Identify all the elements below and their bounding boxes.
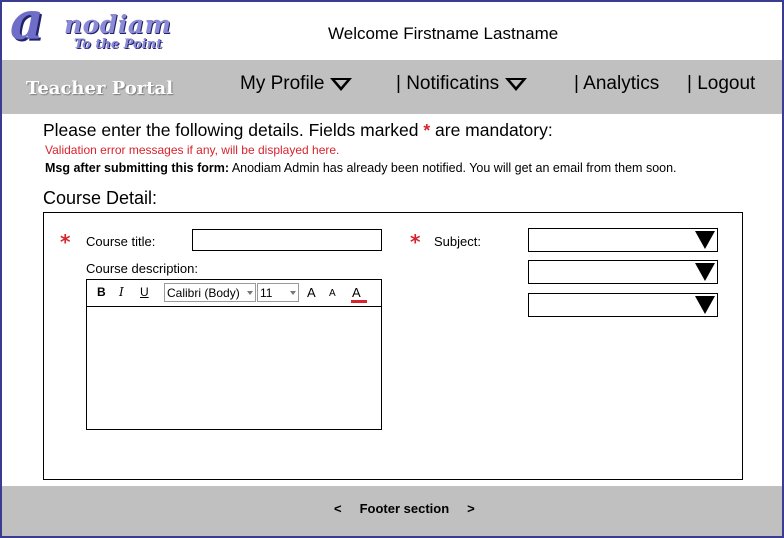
underline-button[interactable]: U <box>140 285 149 299</box>
required-star-icon: * <box>60 230 71 254</box>
page-frame: a nodiam To the Point Welcome Firstname … <box>0 0 784 538</box>
nav-bar: Teacher Portal My Profile | Notificatins… <box>2 60 782 114</box>
course-description-label: Course description: <box>86 261 198 276</box>
required-star-icon: * <box>410 230 421 254</box>
font-color-button[interactable]: A <box>352 285 361 300</box>
subject-label: Subject: <box>434 234 481 249</box>
course-detail-panel: * Course title: Course description: B I … <box>43 212 743 480</box>
course-title-label: Course title: <box>86 234 156 249</box>
chevron-down-icon <box>247 291 253 295</box>
chevron-down-icon <box>330 77 353 91</box>
italic-button[interactable]: I <box>119 285 124 299</box>
subject-select-1[interactable] <box>528 228 718 252</box>
footer-next-button[interactable]: > <box>467 501 475 516</box>
nav-item-label: | Logout <box>687 73 756 94</box>
chevron-down-icon <box>290 291 296 295</box>
nav-notifications[interactable]: | Notificatins <box>396 73 528 95</box>
subject-select-2[interactable] <box>528 260 718 284</box>
nav-analytics[interactable]: | Analytics <box>574 73 659 95</box>
grow-font-button[interactable]: A <box>307 285 316 300</box>
anodiam-logo[interactable]: a nodiam To the Point <box>8 2 198 58</box>
course-detail-title: Course Detail: <box>43 188 158 208</box>
footer: < Footer section > <box>2 486 782 536</box>
shrink-font-button[interactable]: A <box>329 288 336 299</box>
font-size-select[interactable]: 11 <box>257 283 299 302</box>
nav-item-label: My Profile <box>240 73 325 94</box>
validation-message: Validation error messages if any, will b… <box>45 143 340 157</box>
font-family-select[interactable]: Calibri (Body) <box>164 283 256 302</box>
welcome-message: Welcome Firstname Lastname <box>328 24 559 43</box>
nav-item-label: | Notificatins <box>396 73 500 94</box>
dropdown-arrow-icon <box>695 296 715 314</box>
footer-prev-button[interactable]: < <box>334 501 342 516</box>
editor-toolbar: B I U Calibri (Body) 11 A A A <box>87 280 381 307</box>
font-color-swatch <box>351 300 367 303</box>
dropdown-arrow-icon <box>695 263 715 281</box>
logo-tagline: To the Point <box>74 37 163 52</box>
nav-logout[interactable]: | Logout <box>687 73 755 95</box>
instructions-text-end: are mandatory: <box>430 120 553 140</box>
nav-item-label: | Analytics <box>574 73 660 94</box>
dropdown-arrow-icon <box>695 231 715 249</box>
instructions-text: Please enter the following details. Fiel… <box>43 120 424 140</box>
subject-select-3[interactable] <box>528 293 718 317</box>
submit-message-label: Msg after submitting this form: <box>45 161 230 175</box>
course-description-editor: B I U Calibri (Body) 11 A A A <box>86 279 383 430</box>
logo-letter: a <box>10 0 44 52</box>
bold-button[interactable]: B <box>97 285 106 299</box>
footer-label: Footer section <box>359 501 450 516</box>
course-description-input[interactable] <box>87 307 383 429</box>
submit-message: Msg after submitting this form: Anodiam … <box>45 161 677 175</box>
nav-my-profile[interactable]: My Profile <box>240 73 353 95</box>
header: a nodiam To the Point Welcome Firstname … <box>2 2 782 60</box>
form-instructions: Please enter the following details. Fiel… <box>43 120 553 141</box>
font-family-value: Calibri (Body) <box>167 286 240 300</box>
logo-text: nodiam <box>64 10 172 39</box>
chevron-down-icon <box>505 77 528 91</box>
submit-message-text: Anodiam Admin has already been notified.… <box>229 161 677 175</box>
course-title-input[interactable] <box>192 229 382 251</box>
portal-title: Teacher Portal <box>26 78 174 99</box>
footer-nav: < Footer section > <box>334 501 475 516</box>
font-size-value: 11 <box>260 286 273 300</box>
